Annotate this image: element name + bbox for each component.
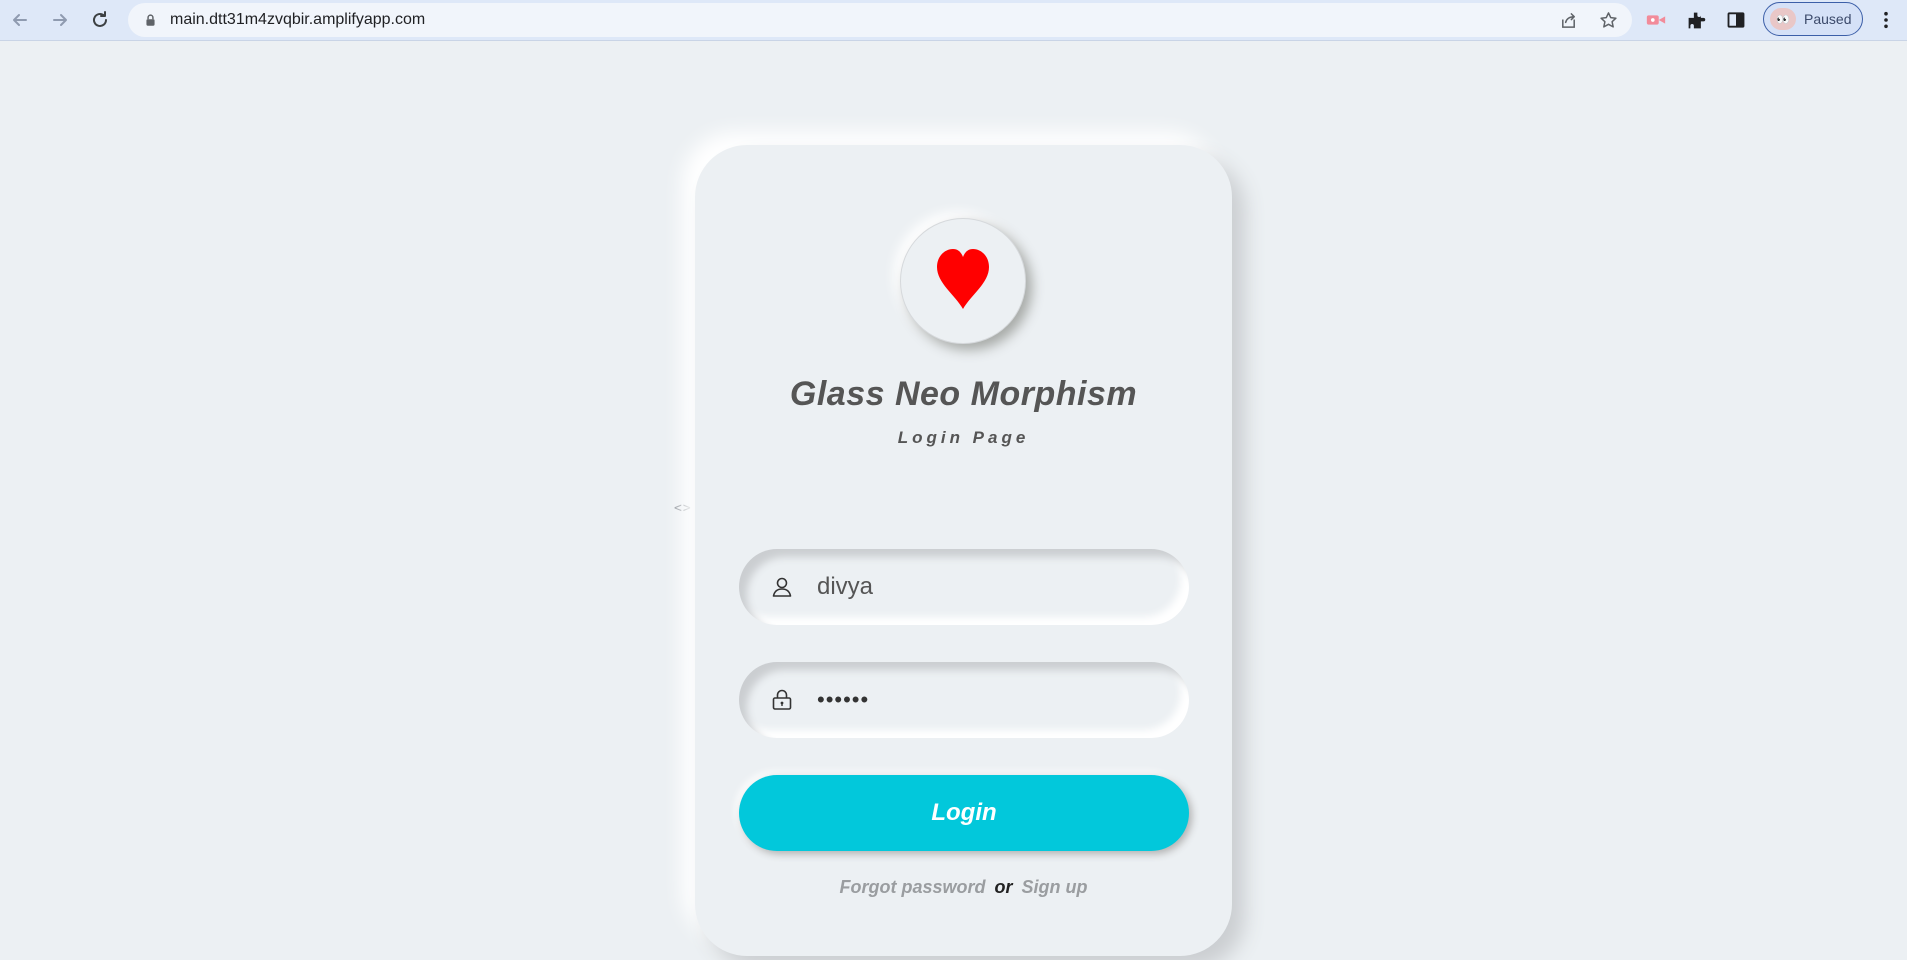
auth-links: Forgot password or Sign up	[695, 877, 1232, 898]
password-input[interactable]: ••••••	[817, 687, 1147, 713]
password-field[interactable]: ••••••	[739, 662, 1189, 738]
reload-button[interactable]	[80, 0, 120, 40]
arrow-left-icon	[13, 14, 27, 26]
avatar: 👀	[1770, 8, 1796, 30]
page-title: Glass Neo Morphism	[789, 375, 1138, 413]
user-icon	[769, 574, 795, 600]
page-content: <> Glass Neo Morphism Login Page •••••• …	[0, 42, 1907, 960]
screen-recorder-extension-icon[interactable]	[1642, 6, 1670, 34]
heart-icon	[937, 249, 989, 309]
side-toggle[interactable]: <>	[674, 501, 692, 516]
profile-status: Paused	[1804, 11, 1852, 27]
browser-toolbar: main.dtt31m4zvqbir.amplifyapp.com 👀 Paus…	[0, 0, 1907, 41]
arrow-right-icon	[53, 14, 67, 26]
share-icon[interactable]	[1556, 8, 1580, 32]
sign-up-link[interactable]: Sign up	[1022, 877, 1088, 897]
username-input[interactable]	[817, 573, 1147, 601]
forgot-password-link[interactable]: Forgot password	[839, 877, 985, 897]
reload-icon	[93, 11, 107, 27]
page-subtitle: Login Page	[897, 428, 1030, 447]
address-bar[interactable]: main.dtt31m4zvqbir.amplifyapp.com	[128, 3, 1632, 37]
url-text: main.dtt31m4zvqbir.amplifyapp.com	[170, 11, 426, 28]
profile-button[interactable]: 👀 Paused	[1763, 2, 1863, 36]
login-button[interactable]: Login	[739, 775, 1189, 851]
login-card: Glass Neo Morphism Login Page •••••• Log…	[695, 145, 1232, 956]
or-text: or	[994, 877, 1013, 897]
logo	[900, 218, 1026, 344]
more-menu-icon[interactable]	[1874, 6, 1898, 34]
forward-button[interactable]	[40, 0, 80, 40]
username-field[interactable]	[739, 549, 1189, 625]
bookmark-star-icon[interactable]	[1596, 8, 1620, 32]
side-panel-icon[interactable]	[1722, 6, 1750, 34]
lock-icon[interactable]	[142, 12, 158, 28]
lock-icon	[769, 687, 795, 713]
puzzle-extensions-icon[interactable]	[1682, 6, 1710, 34]
back-button[interactable]	[0, 0, 40, 40]
